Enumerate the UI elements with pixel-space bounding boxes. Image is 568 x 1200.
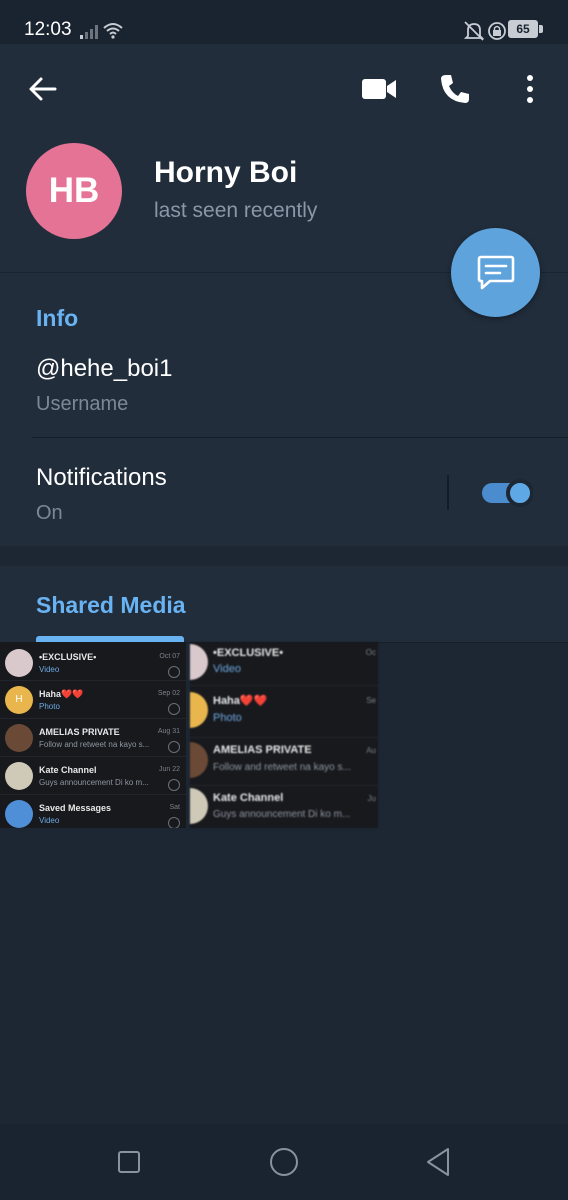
pin-icon xyxy=(168,817,180,828)
phone-icon[interactable] xyxy=(438,72,472,106)
avatar xyxy=(5,724,33,752)
chat-name: Haha❤️❤️ xyxy=(39,689,84,699)
last-seen-status: last seen recently xyxy=(154,199,318,222)
battery-indicator: 65 xyxy=(502,20,546,42)
chat-name: Kate Channel xyxy=(213,792,284,804)
message-icon xyxy=(477,255,515,290)
signal-wifi-icon xyxy=(80,23,123,39)
pin-icon xyxy=(168,703,180,715)
list-item: Saved Messages Video Sat xyxy=(0,796,186,828)
notifications-label[interactable]: Notifications xyxy=(36,464,167,492)
more-vertical-icon[interactable] xyxy=(520,74,540,104)
avatar: H xyxy=(5,686,33,714)
avatar xyxy=(5,649,33,677)
username-value[interactable]: @hehe_boi1 xyxy=(36,355,172,383)
chat-date: Sep 02 xyxy=(157,690,180,697)
pin-icon xyxy=(168,741,180,753)
chat-preview: Photo xyxy=(213,712,242,724)
chat-date: Se xyxy=(366,696,376,705)
avatar xyxy=(190,692,208,728)
chat-name: AMELIAS PRIVATE xyxy=(39,727,120,737)
notifications-status: On xyxy=(36,502,63,524)
avatar xyxy=(190,644,208,680)
list-item: AMELIAS PRIVATE Follow and retweet na ka… xyxy=(190,738,378,786)
status-bar: 12:03 65 xyxy=(0,0,568,44)
chat-name: AMELIAS PRIVATE xyxy=(213,744,312,756)
avatar xyxy=(5,762,33,790)
info-title: Info xyxy=(36,305,79,331)
system-nav-bar xyxy=(0,1124,568,1200)
divider xyxy=(32,437,568,438)
list-item: •EXCLUSIVE• Video Oc xyxy=(190,642,378,686)
chat-preview: Video xyxy=(39,665,60,674)
avatar xyxy=(190,788,208,824)
contact-name: Horny Boi xyxy=(154,156,298,189)
avatar xyxy=(190,742,208,778)
back-arrow-icon[interactable] xyxy=(28,74,58,104)
home-circle-icon[interactable] xyxy=(268,1146,300,1178)
chat-preview: Follow and retweet na kayo s... xyxy=(39,740,150,749)
list-item: Kate Channel Guys announcement Di ko m..… xyxy=(190,786,378,828)
chat-name: •EXCLUSIVE• xyxy=(39,652,97,662)
media-thumbnail-1[interactable]: •EXCLUSIVE• Video Oct 07 H Haha❤️❤️ Phot… xyxy=(0,642,186,828)
recents-square-icon[interactable] xyxy=(117,1150,141,1174)
chat-preview: Guys announcement Di ko m... xyxy=(213,809,351,820)
list-item: AMELIAS PRIVATE Follow and retweet na ka… xyxy=(0,720,186,757)
chat-preview: Photo xyxy=(39,702,60,711)
chat-date: Ju xyxy=(367,794,376,803)
bookmark-icon xyxy=(5,800,33,828)
media-thumbnail-2[interactable]: •EXCLUSIVE• Video Oc Haha❤️❤️ Photo Se A… xyxy=(190,642,378,828)
chat-preview: Video xyxy=(213,663,241,675)
toggle-knob xyxy=(506,479,534,507)
list-item: Kate Channel Guys announcement Di ko m..… xyxy=(0,758,186,795)
list-item: Haha❤️❤️ Photo Se xyxy=(190,688,378,738)
chat-name: Kate Channel xyxy=(39,765,97,775)
chat-date: Jun 22 xyxy=(158,766,180,773)
status-time: 12:03 xyxy=(24,19,72,40)
video-call-icon[interactable] xyxy=(360,75,398,103)
send-message-button[interactable] xyxy=(451,228,540,317)
list-item: H Haha❤️❤️ Photo Sep 02 xyxy=(0,682,186,719)
chat-preview: Video xyxy=(39,816,60,825)
username-label: Username xyxy=(36,393,129,415)
chat-name: Haha❤️❤️ xyxy=(213,695,268,707)
list-item: •EXCLUSIVE• Video Oct 07 xyxy=(0,644,186,681)
notifications-toggle[interactable] xyxy=(482,479,534,507)
battery-tip xyxy=(539,25,543,33)
vertical-divider xyxy=(447,475,449,510)
shared-media-section: Shared Media xyxy=(0,566,568,642)
chat-date: Oct 07 xyxy=(159,653,180,660)
chat-name: Saved Messages xyxy=(39,803,112,813)
avatar[interactable]: HB xyxy=(26,143,122,239)
chat-date: Oc xyxy=(365,648,376,657)
chat-name: •EXCLUSIVE• xyxy=(213,647,284,659)
pin-icon xyxy=(168,779,180,791)
chat-date: Au xyxy=(366,746,376,755)
battery-level: 65 xyxy=(508,20,538,38)
chat-date: Sat xyxy=(169,804,180,811)
chat-preview: Guys announcement Di ko m... xyxy=(39,778,149,787)
chat-preview: Follow and retweet na kayo s... xyxy=(213,762,351,773)
chat-date: Aug 31 xyxy=(157,728,180,735)
pin-icon xyxy=(168,666,180,678)
back-triangle-icon[interactable] xyxy=(424,1146,452,1178)
tab-shared-media[interactable]: Shared Media xyxy=(36,592,186,619)
